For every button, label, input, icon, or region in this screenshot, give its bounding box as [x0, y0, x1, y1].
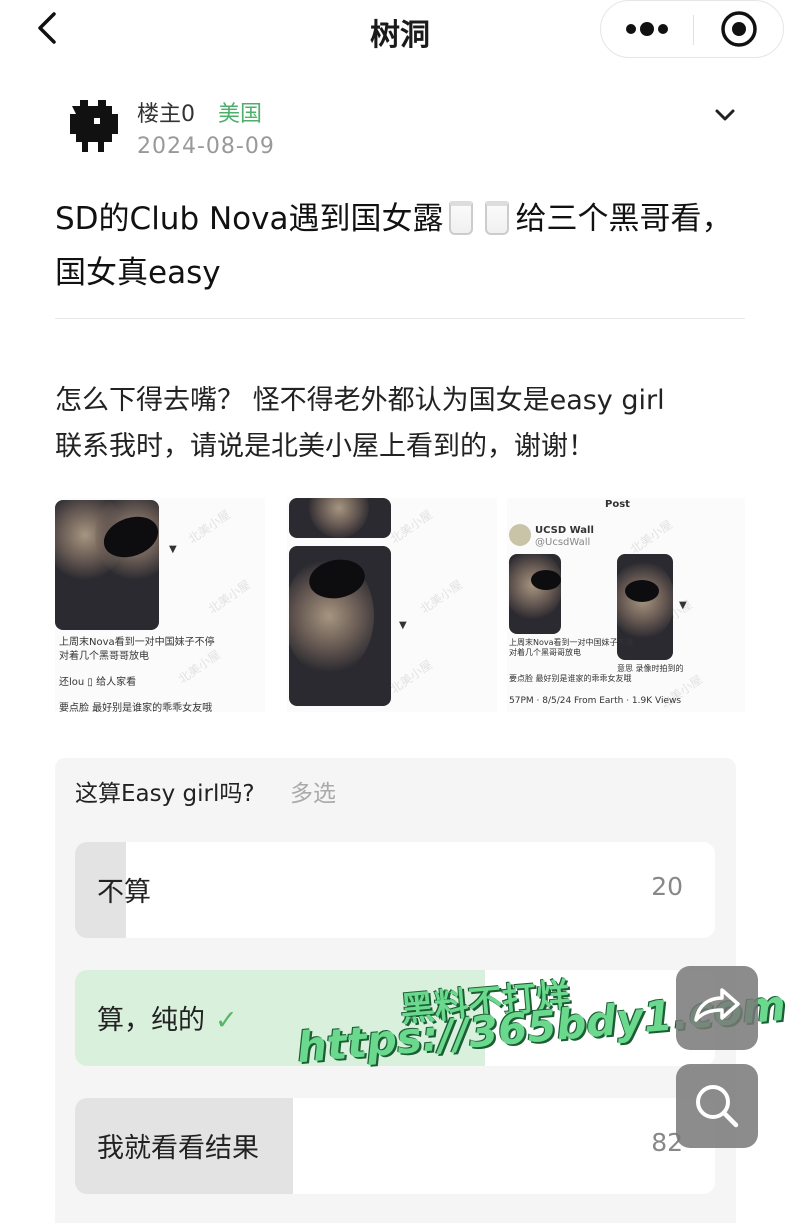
poll-card: 这算Easy girl吗? 多选 不算 20 算，纯的 ✓ 我就看看结果 82	[55, 758, 736, 1223]
image-caption: 上周末Nova看到一对中国妹子不停	[509, 638, 634, 647]
poll-type: 多选	[290, 781, 336, 807]
post-date: 2024-08-09	[137, 134, 275, 159]
divider	[55, 318, 745, 319]
poll-option-label: 不算	[97, 877, 151, 908]
image-watermark: 北美小屋	[417, 577, 465, 617]
image-watermark: 北美小屋	[387, 657, 435, 697]
photo	[289, 546, 391, 706]
share-arrow-icon	[694, 988, 740, 1022]
poll-question: 这算Easy girl吗?	[75, 781, 255, 807]
account-avatar	[509, 524, 531, 546]
milk-glass-icon	[449, 201, 474, 235]
post-title-text: SD的Club Nova遇到国女露	[55, 201, 444, 237]
poll-option-count: 20	[651, 872, 683, 901]
play-triangle-icon: ▼	[169, 544, 177, 555]
post-body-line: 怎么下得去嘴？ 怪不得老外都认为国女是easy girl	[55, 385, 665, 416]
image-thumbnail[interactable]: 北美小屋 北美小屋 北美小屋 ▼ 上周末Nova看到一对中国妹子不停 对着几个黑…	[55, 498, 265, 712]
photo	[289, 498, 391, 538]
image-watermark: 北美小屋	[627, 517, 675, 557]
milk-glass-icon	[485, 201, 510, 235]
image-caption: 要点脸 最好别是谁家的乖乖女友哦	[59, 703, 213, 712]
image-caption: 上周末Nova看到一对中国妹子不停	[59, 637, 215, 648]
play-triangle-icon: ▼	[399, 620, 407, 631]
post-body-line: 联系我时，请说是北美小屋上看到的，谢谢！	[55, 431, 595, 462]
post-heading: Post	[605, 499, 630, 510]
image-caption: 还lou ▯ 给人家看	[59, 677, 137, 688]
poll-option-label: 算，纯的 ✓	[97, 1005, 238, 1036]
avatar[interactable]	[58, 92, 126, 160]
photo	[509, 554, 561, 634]
check-icon: ✓	[215, 1005, 238, 1036]
more-dots-icon	[626, 22, 668, 36]
poll-option[interactable]: 我就看看结果 82	[75, 1098, 715, 1194]
image-watermark: 北美小屋	[185, 507, 233, 547]
account-handle: @UcsdWall	[535, 537, 591, 548]
image-watermark: 北美小屋	[387, 507, 435, 547]
poll-option-label: 我就看看结果	[97, 1133, 259, 1164]
close-miniprogram-button[interactable]	[694, 1, 784, 57]
image-watermark: 北美小屋	[175, 647, 223, 687]
mini-program-capsule	[600, 0, 784, 58]
image-caption: 意思 录像时拍到的	[617, 664, 684, 673]
chevron-down-icon[interactable]	[710, 102, 740, 128]
post-title: SD的Club Nova遇到国女露 给三个黑哥看， 国女真easy	[55, 192, 745, 300]
image-gallery: 北美小屋 北美小屋 北美小屋 ▼ 上周末Nova看到一对中国妹子不停 对着几个黑…	[55, 498, 745, 712]
search-button[interactable]	[676, 1064, 758, 1148]
poll-option[interactable]: 不算 20	[75, 842, 715, 938]
author-location: 美国	[218, 102, 263, 127]
image-thumbnail[interactable]: 北美小屋 北美小屋 北美小屋 ▼	[287, 498, 497, 712]
image-caption: 要点脸 最好别是谁家的乖乖女友哦	[509, 674, 632, 683]
record-target-icon	[721, 11, 757, 47]
image-caption: 对着几个黑哥哥放电	[509, 648, 581, 657]
photo	[55, 500, 159, 630]
author-name[interactable]: 楼主0	[137, 96, 195, 128]
image-thumbnail[interactable]: 北美小屋 北美小屋 北美小屋 Post UCSD Wall @UcsdWall …	[507, 498, 745, 712]
post-footer: 57PM · 8/5/24 From Earth · 1.9K Views	[509, 696, 682, 706]
image-caption: 对着几个黑哥哥放电	[59, 651, 149, 662]
top-navigation-bar: 树洞	[0, 0, 800, 60]
play-triangle-icon: ▼	[679, 600, 687, 611]
search-icon	[696, 1085, 739, 1128]
share-button[interactable]	[676, 966, 758, 1050]
image-watermark: 北美小屋	[205, 577, 253, 617]
post-body: 怎么下得去嘴？ 怪不得老外都认为国女是easy girl 联系我时，请说是北美小…	[55, 378, 745, 470]
more-button[interactable]	[601, 1, 693, 57]
